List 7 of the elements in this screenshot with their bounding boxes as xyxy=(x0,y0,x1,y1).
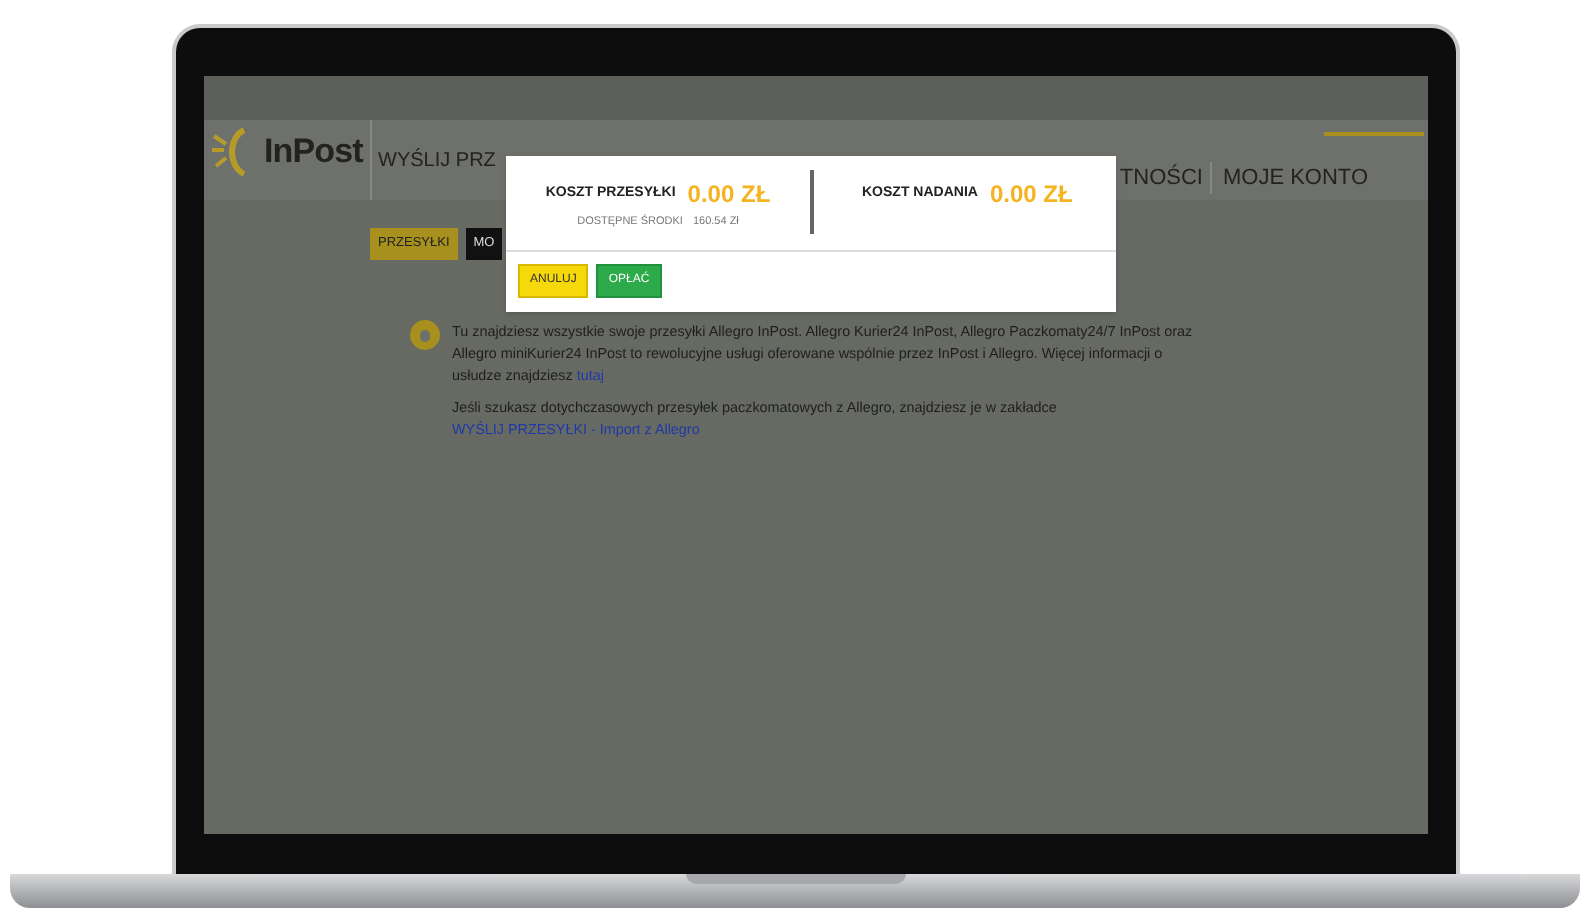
nav-link[interactable]: WYŚLIJ PRZ xyxy=(378,145,496,175)
cost-value: 0.00 ZŁ xyxy=(687,178,771,212)
logo-text: InPost xyxy=(264,130,363,175)
nav-link[interactable]: TNOŚCI xyxy=(1119,161,1213,195)
accent-bar xyxy=(1324,132,1424,136)
cost-value: 0.00 ZŁ xyxy=(989,178,1073,212)
nav-link[interactable]: MOJE KONTO xyxy=(1212,161,1368,195)
